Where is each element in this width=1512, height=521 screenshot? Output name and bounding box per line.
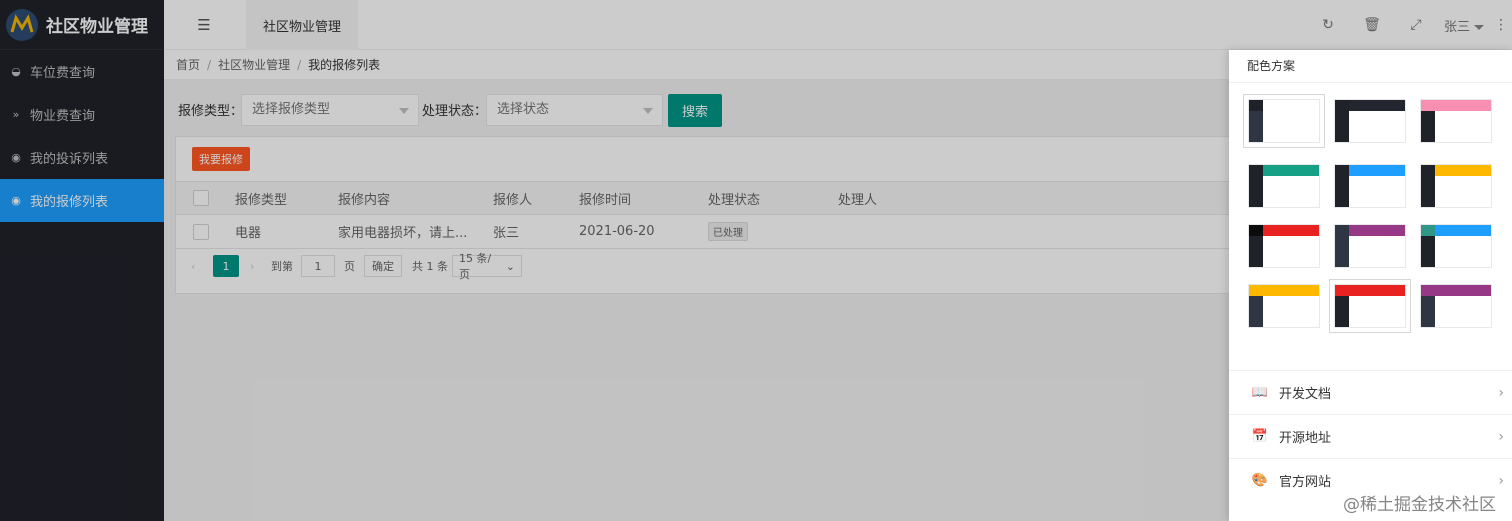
link-dev-docs[interactable]: 📖 开发文档 › [1229,370,1512,414]
theme-swatch[interactable] [1244,220,1324,272]
watermark: @稀土掘金技术社区 [1343,495,1496,515]
link-label: 开源地址 [1279,431,1332,446]
theme-swatch[interactable] [1416,280,1496,332]
theme-swatch[interactable] [1330,220,1410,272]
chevron-right-icon: › [1498,384,1504,401]
drawer-title: 配色方案 [1229,50,1512,83]
theme-swatch[interactable] [1244,280,1324,332]
chevron-right-icon: › [1498,472,1504,489]
palette-icon: 🎨 [1251,473,1269,488]
theme-swatch[interactable] [1416,160,1496,212]
theme-drawer: 配色方案 📖 开发文档 › 📅 开源地址 › 🎨 官方网站 › [1229,50,1512,521]
theme-swatch[interactable] [1416,220,1496,272]
calendar-icon: 📅 [1251,429,1269,444]
book-icon: 📖 [1251,385,1269,400]
link-open-source[interactable]: 📅 开源地址 › [1229,414,1512,458]
theme-swatch[interactable] [1243,94,1325,148]
link-label: 开发文档 [1279,387,1332,402]
theme-swatch[interactable] [1330,160,1410,212]
link-label: 官方网站 [1279,475,1332,490]
chevron-right-icon: › [1498,428,1504,445]
sidebar-backdrop[interactable] [0,0,164,521]
theme-swatch[interactable] [1244,160,1324,212]
theme-swatch[interactable] [1330,95,1410,147]
theme-swatch[interactable] [1416,95,1496,147]
theme-swatch[interactable] [1329,279,1411,333]
